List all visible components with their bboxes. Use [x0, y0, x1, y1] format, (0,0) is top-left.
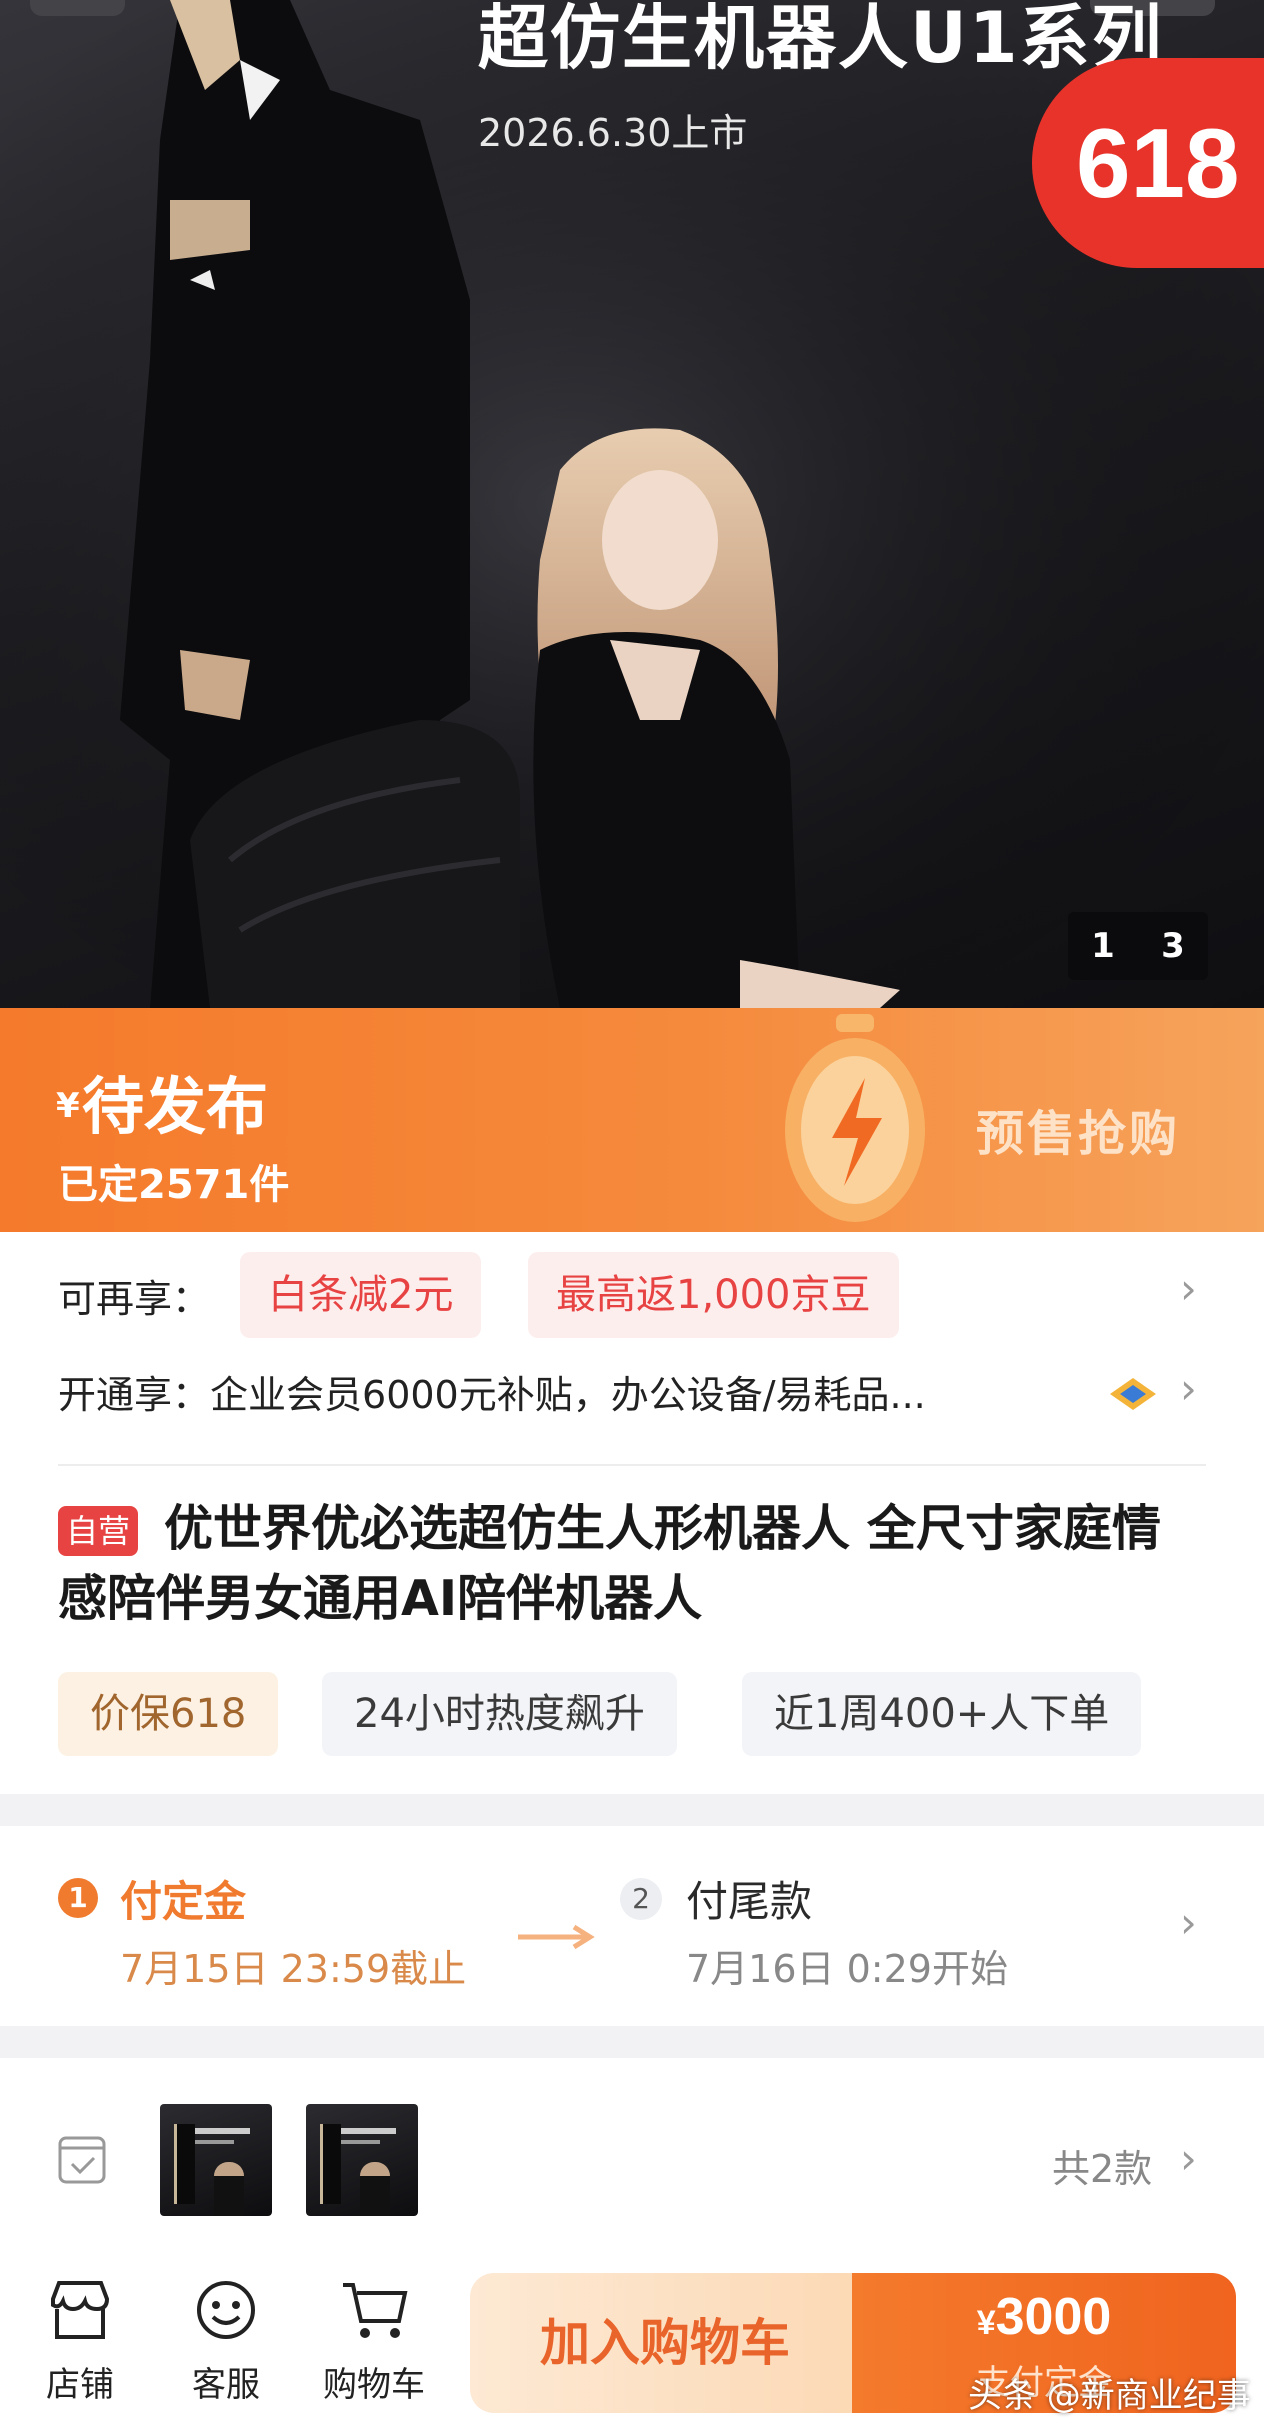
shopping-cart-icon — [343, 2283, 408, 2338]
member-label: 开通享： — [58, 1373, 211, 1417]
lightning-stopwatch-icon — [785, 1014, 925, 1222]
hero-title: 超仿生机器人U1系列 — [478, 0, 1164, 79]
hot-trend-tag: 24小时热度飙升 — [322, 1672, 677, 1756]
buy-price-currency: ¥ — [976, 2304, 996, 2342]
booked-count: 已定2571件 — [58, 1162, 290, 1208]
baitiao-discount-chip[interactable]: 白条减2元 — [240, 1252, 482, 1338]
divider — [58, 1464, 1206, 1466]
presale-label: 预售抢购 — [976, 1106, 1181, 1162]
thumb-figure-man — [320, 2124, 341, 2204]
variants-chevron-icon[interactable]: › — [1180, 2134, 1197, 2183]
product-hero-image[interactable]: 超仿生机器人U1系列 2026.6.30上市 618 1 3 — [0, 0, 1264, 1008]
nav-store[interactable]: 店铺 — [20, 2279, 140, 2406]
store-icon — [51, 2281, 110, 2339]
member-chevron-icon[interactable]: › — [1180, 1364, 1197, 1413]
pager-current: 1 — [1091, 926, 1115, 966]
price-status: 待发布 — [82, 1070, 269, 1143]
currency-symbol: ¥ — [56, 1086, 80, 1126]
pager-total: 3 — [1161, 926, 1185, 966]
nav-customer-service[interactable]: 客服 — [166, 2279, 286, 2406]
thumb-subtitle-strip — [336, 2140, 380, 2144]
member-benefit-row[interactable]: 开通享：企业会员6000元补贴，办公设备/易耗品... — [58, 1364, 926, 1419]
thumb-subtitle-strip — [190, 2140, 234, 2144]
step-arrow-icon — [518, 1924, 595, 1950]
nav-cart-label: 购物车 — [323, 2365, 425, 2405]
promo-618-badge: 618 — [1032, 58, 1264, 268]
thumb-title-strip — [336, 2128, 396, 2134]
add-to-cart-button[interactable]: 加入购物车 — [470, 2273, 860, 2413]
presale-banner: ¥ 待发布 已定2571件 预售抢购 — [0, 1008, 1264, 1232]
buy-price-value: 3000 — [995, 2288, 1112, 2346]
jingdou-rebate-chip[interactable]: 最高返1,000京豆 — [528, 1252, 899, 1338]
thumb-title-strip — [190, 2128, 250, 2134]
product-info-card: 可再享： 白条减2元 最高返1,000京豆 › 开通享：企业会员6000元补贴，… — [0, 1232, 1264, 1794]
weekly-orders-tag: 近1周400+人下单 — [742, 1672, 1142, 1756]
nav-customer-service-label: 客服 — [192, 2365, 260, 2405]
enterprise-plus-icon — [1110, 1378, 1156, 1410]
variant-thumbnail[interactable] — [160, 2104, 272, 2216]
variant-thumbnail[interactable] — [306, 2104, 418, 2216]
hero-launch-date: 2026.6.30上市 — [478, 111, 748, 155]
source-watermark: 头条 @新商业纪事 — [968, 2376, 1251, 2416]
price-protect-tag: 价保618 — [58, 1672, 279, 1756]
steps-chevron-icon[interactable]: › — [1180, 1898, 1197, 1947]
sku-check-icon — [58, 2136, 106, 2184]
nav-cart[interactable]: 购物车 — [314, 2279, 434, 2406]
thumb-figure-man — [174, 2124, 195, 2204]
benefits-label: 可再享： — [58, 1277, 211, 1321]
benefits-chevron-icon[interactable]: › — [1180, 1264, 1197, 1313]
image-pager: 1 3 — [1068, 912, 1208, 980]
step1-title: 付定金 — [120, 1877, 247, 1926]
buy-price: ¥3000 — [852, 2287, 1236, 2347]
thumb-figure-woman — [214, 2162, 244, 2216]
presale-payment-steps[interactable]: 1 付定金 7月15日 23:59截止 2 付尾款 7月16日 0:29开始 › — [0, 1826, 1264, 2026]
step2-title: 付尾款 — [686, 1877, 813, 1926]
thumb-figure-woman — [360, 2162, 390, 2216]
product-title: 优世界优必选超仿生人形机器人 全尺寸家庭情感陪伴男女通用AI陪伴机器人 — [58, 1500, 1162, 1627]
nav-store-label: 店铺 — [46, 2365, 114, 2405]
member-benefit-text: 企业会员6000元补贴，办公设备/易耗品... — [210, 1373, 926, 1417]
step1-number: 1 — [58, 1878, 98, 1918]
customer-service-icon — [197, 2281, 255, 2339]
variant-count: 共2款 — [1052, 2147, 1153, 2191]
step1-deadline: 7月15日 23:59截止 — [120, 1947, 467, 1991]
step2-number: 2 — [620, 1878, 662, 1920]
step2-start: 7月16日 0:29开始 — [686, 1947, 1008, 1991]
